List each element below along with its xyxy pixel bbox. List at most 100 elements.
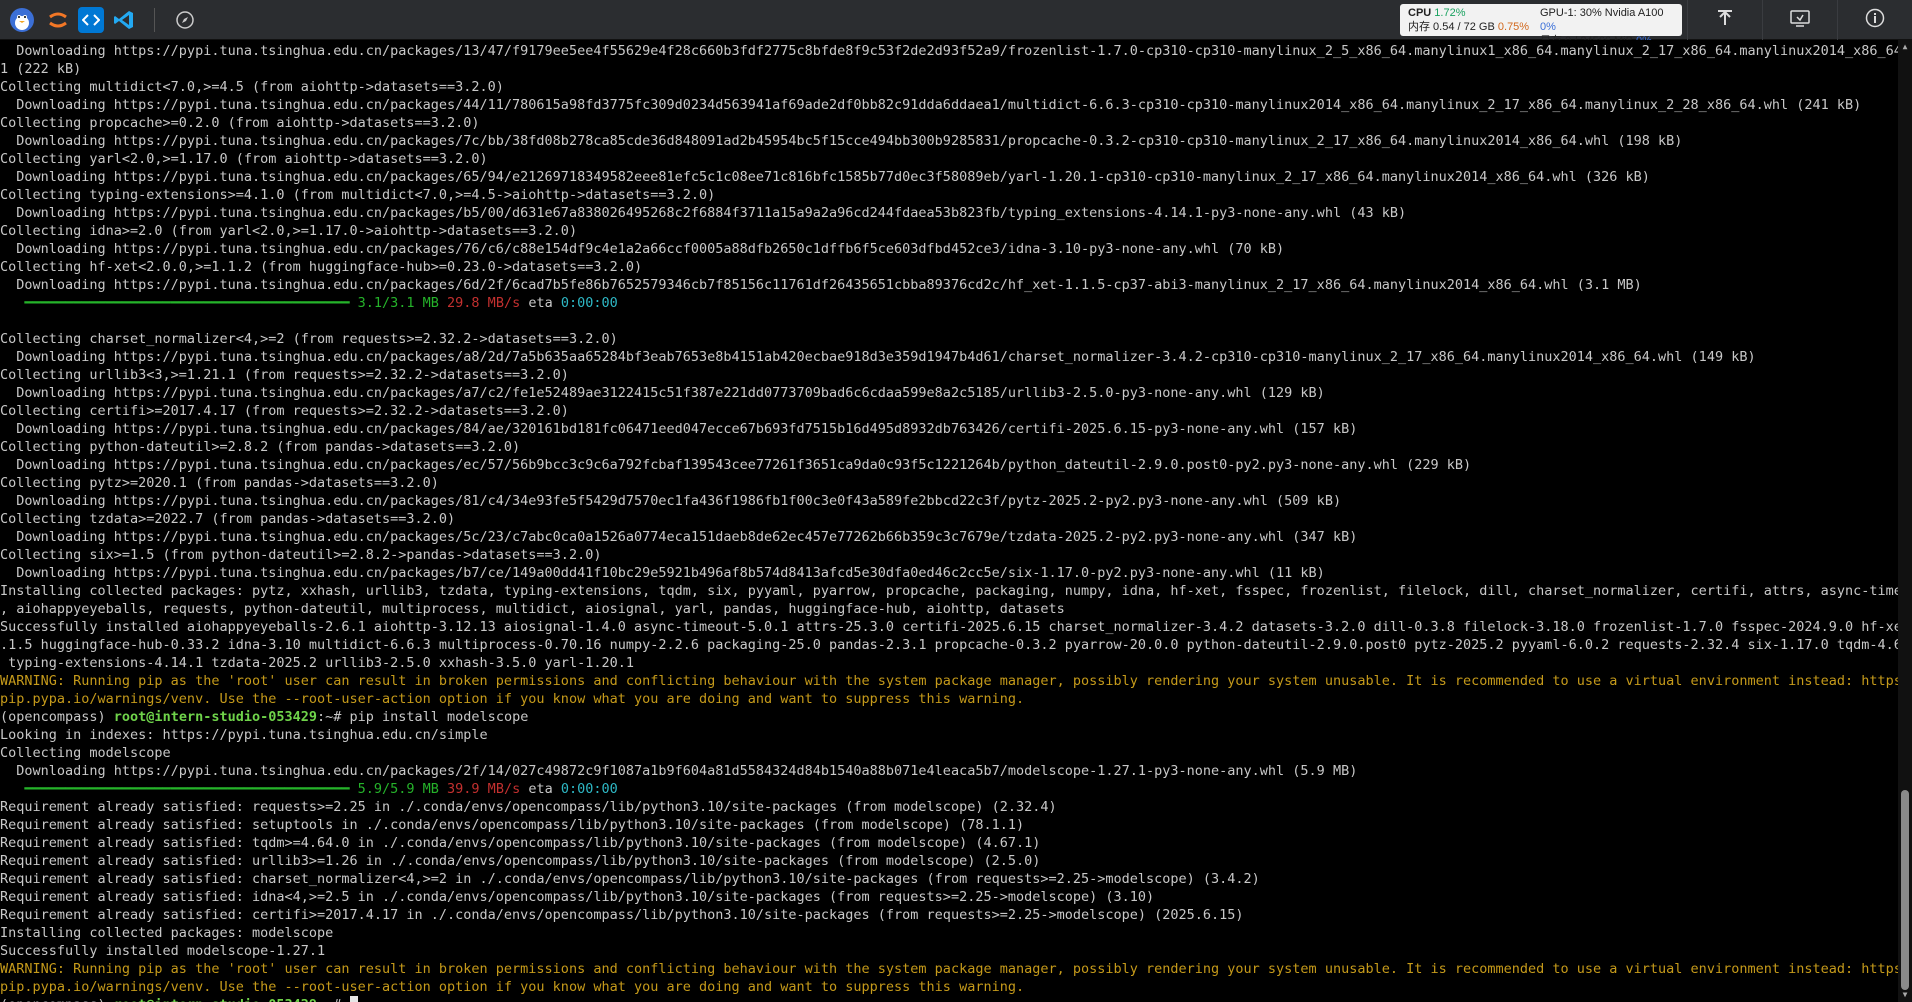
output-line: Downloading https://pypi.tuna.tsinghua.e…	[0, 529, 1358, 545]
output-line: Requirement already satisfied: certifi>=…	[0, 907, 1244, 923]
progress-eta: 0:00:00	[560, 781, 618, 797]
progress-size: 3.1/3.1 MB	[349, 295, 448, 311]
output-line: Collecting certifi>=2017.4.17 (from requ…	[0, 403, 569, 419]
output-line: Collecting six>=1.5 (from python-dateuti…	[0, 547, 602, 563]
progress-speed: 29.8 MB/s	[447, 295, 529, 311]
output-line: , aiohappyeyeballs, requests, python-dat…	[0, 601, 1065, 617]
output-line: Requirement already satisfied: setuptool…	[0, 817, 1025, 833]
resource-stats-panel: CPU 1.72% 内存 0.54 / 72 GB 0.75% GPU-1: 3…	[1400, 4, 1682, 47]
prompt-user-host: root@intern-studio-053429	[114, 997, 317, 1002]
output-line: Downloading https://pypi.tuna.tsinghua.e…	[0, 385, 1325, 401]
output-line: Requirement already satisfied: requests>…	[0, 799, 1057, 815]
output-line: Downloading https://pypi.tuna.tsinghua.e…	[0, 97, 1862, 113]
warning-line: pip.pypa.io/warnings/venv. Use the --roo…	[0, 979, 1025, 995]
progress-bar-line: ━━━━━━━━━━━━━━━━━━━━━━━━━━━━━━━━━━━━━━━━…	[0, 780, 1898, 798]
code-editor-icon[interactable]	[78, 7, 104, 33]
vscode-icon[interactable]	[108, 4, 140, 36]
output-line: 1 (222 kB)	[0, 61, 82, 77]
output-line: Downloading https://pypi.tuna.tsinghua.e…	[0, 421, 1358, 437]
jupyter-icon[interactable]	[42, 4, 74, 36]
progress-eta: 0:00:00	[560, 295, 618, 311]
output-line: Downloading https://pypi.tuna.tsinghua.e…	[0, 241, 1285, 257]
scroll-down-icon[interactable]: ▼	[1898, 988, 1912, 1002]
remote-desktop-icon	[1790, 9, 1810, 31]
output-line: Downloading https://pypi.tuna.tsinghua.e…	[0, 763, 1358, 779]
output-line: Downloading https://pypi.tuna.tsinghua.e…	[0, 43, 1898, 59]
output-line: Downloading https://pypi.tuna.tsinghua.e…	[0, 133, 1683, 149]
output-line: Collecting yarl<2.0,>=1.17.0 (from aioht…	[0, 151, 488, 167]
remote-desktop-button[interactable]	[1762, 0, 1837, 40]
terminal-lines: Downloading https://pypi.tuna.tsinghua.e…	[0, 42, 1898, 1002]
progress-speed: 39.9 MB/s	[447, 781, 529, 797]
upload-button[interactable]	[1687, 0, 1762, 40]
terminal-cursor[interactable]	[349, 996, 358, 1002]
output-line: Downloading https://pypi.tuna.tsinghua.e…	[0, 169, 1650, 185]
toolbar-right-group	[1687, 0, 1912, 40]
prompt-env: (opencompass)	[0, 997, 114, 1002]
cpu-value: 1.72%	[1434, 7, 1466, 19]
compass-icon[interactable]	[169, 4, 201, 36]
output-line: .1.5 huggingface-hub-0.33.2 idna-3.10 mu…	[0, 637, 1898, 653]
prompt-path: :~#	[317, 709, 350, 725]
output-line: Collecting tzdata>=2022.7 (from pandas->…	[0, 511, 456, 527]
output-line: Requirement already satisfied: tqdm>=4.6…	[0, 835, 1041, 851]
scrollbar-thumb[interactable]	[1901, 790, 1909, 990]
output-line: Collecting idna>=2.0 (from yarl<2.0,>=1.…	[0, 223, 578, 239]
output-line: Collecting multidict<7.0,>=4.5 (from aio…	[0, 79, 504, 95]
output-line: Collecting hf-xet<2.0.0,>=1.1.2 (from hu…	[0, 259, 643, 275]
toolbar-separator	[154, 8, 155, 32]
mem-label: 内存 0.54 / 72 GB	[1408, 21, 1495, 33]
prompt-user-host: root@intern-studio-053429	[113, 709, 317, 725]
cpu-mem-stats: CPU 1.72% 内存 0.54 / 72 GB 0.75%	[1408, 6, 1529, 34]
penguin-logo-icon[interactable]	[6, 4, 38, 36]
output-line: Successfully installed aiohappyeyeballs-…	[0, 619, 1898, 635]
output-line: Downloading https://pypi.tuna.tsinghua.e…	[0, 205, 1407, 221]
output-line: Collecting python-dateutil>=2.8.2 (from …	[0, 439, 521, 455]
progress-bar-line: ━━━━━━━━━━━━━━━━━━━━━━━━━━━━━━━━━━━━━━━━…	[0, 294, 1898, 312]
warning-line: pip.pypa.io/warnings/venv. Use the --roo…	[0, 691, 1025, 707]
gpu-value: 0%	[1540, 21, 1556, 33]
gpu-label: GPU-1: 30% Nvidia A100	[1540, 7, 1664, 19]
terminal-output[interactable]: Downloading https://pypi.tuna.tsinghua.e…	[0, 40, 1898, 1002]
top-toolbar: CPU 1.72% 内存 0.54 / 72 GB 0.75% GPU-1: 3…	[0, 0, 1912, 47]
warning-line: WARNING: Running pip as the 'root' user …	[0, 673, 1898, 689]
output-line: Downloading https://pypi.tuna.tsinghua.e…	[0, 493, 1342, 509]
output-line: Downloading https://pypi.tuna.tsinghua.e…	[0, 349, 1756, 365]
shell-prompt-line: (opencompass) root@intern-studio-053429:…	[0, 708, 1898, 726]
progress-bar: ━━━━━━━━━━━━━━━━━━━━━━━━━━━━━━━━━━━━━━━━	[24, 295, 350, 311]
output-line: Installing collected packages: pytz, xxh…	[0, 583, 1898, 599]
progress-eta-label: eta	[528, 781, 561, 797]
cpu-label: CPU	[1408, 7, 1432, 19]
output-line: Requirement already satisfied: urllib3>=…	[0, 853, 1041, 869]
output-line: Requirement already satisfied: idna<4,>=…	[0, 889, 1155, 905]
output-line: Downloading https://pypi.tuna.tsinghua.e…	[0, 565, 1325, 581]
warning-line: WARNING: Running pip as the 'root' user …	[0, 961, 1898, 977]
output-line: Collecting typing-extensions>=4.1.0 (fro…	[0, 187, 716, 203]
output-line: Downloading https://pypi.tuna.tsinghua.e…	[0, 277, 1642, 293]
output-line: Collecting pytz>=2020.1 (from pandas->da…	[0, 475, 439, 491]
output-line: Collecting charset_normalizer<4,>=2 (fro…	[0, 331, 618, 347]
prompt-path: :~#	[317, 997, 350, 1002]
scroll-up-icon[interactable]: ▲	[1898, 40, 1912, 54]
mem-value: 0.75%	[1497, 21, 1530, 33]
output-line: Collecting urllib3<3,>=1.21.1 (from requ…	[0, 367, 569, 383]
progress-size: 5.9/5.9 MB	[349, 781, 448, 797]
toolbar-left-group	[6, 4, 201, 36]
output-line: Looking in indexes: https://pypi.tuna.ts…	[0, 727, 488, 743]
output-line: Requirement already satisfied: charset_n…	[0, 871, 1260, 887]
info-icon	[1865, 8, 1885, 32]
info-button[interactable]	[1837, 0, 1912, 40]
prompt-command: pip install modelscope	[349, 709, 529, 725]
output-line: Collecting modelscope	[0, 745, 171, 761]
output-line: Collecting propcache>=0.2.0 (from aiohtt…	[0, 115, 480, 131]
progress-eta-label: eta	[528, 295, 561, 311]
output-line: Successfully installed modelscope-1.27.1	[0, 943, 326, 959]
output-line: Installing collected packages: modelscop…	[0, 925, 334, 941]
output-line: Downloading https://pypi.tuna.tsinghua.e…	[0, 457, 1472, 473]
terminal-scrollbar[interactable]: ▲ ▼	[1898, 40, 1912, 1002]
output-line: typing-extensions-4.14.1 tzdata-2025.2 u…	[0, 655, 634, 671]
shell-prompt-line: (opencompass) root@intern-studio-053429:…	[0, 996, 1898, 1002]
upload-icon	[1716, 9, 1734, 31]
progress-bar: ━━━━━━━━━━━━━━━━━━━━━━━━━━━━━━━━━━━━━━━━	[24, 781, 350, 797]
